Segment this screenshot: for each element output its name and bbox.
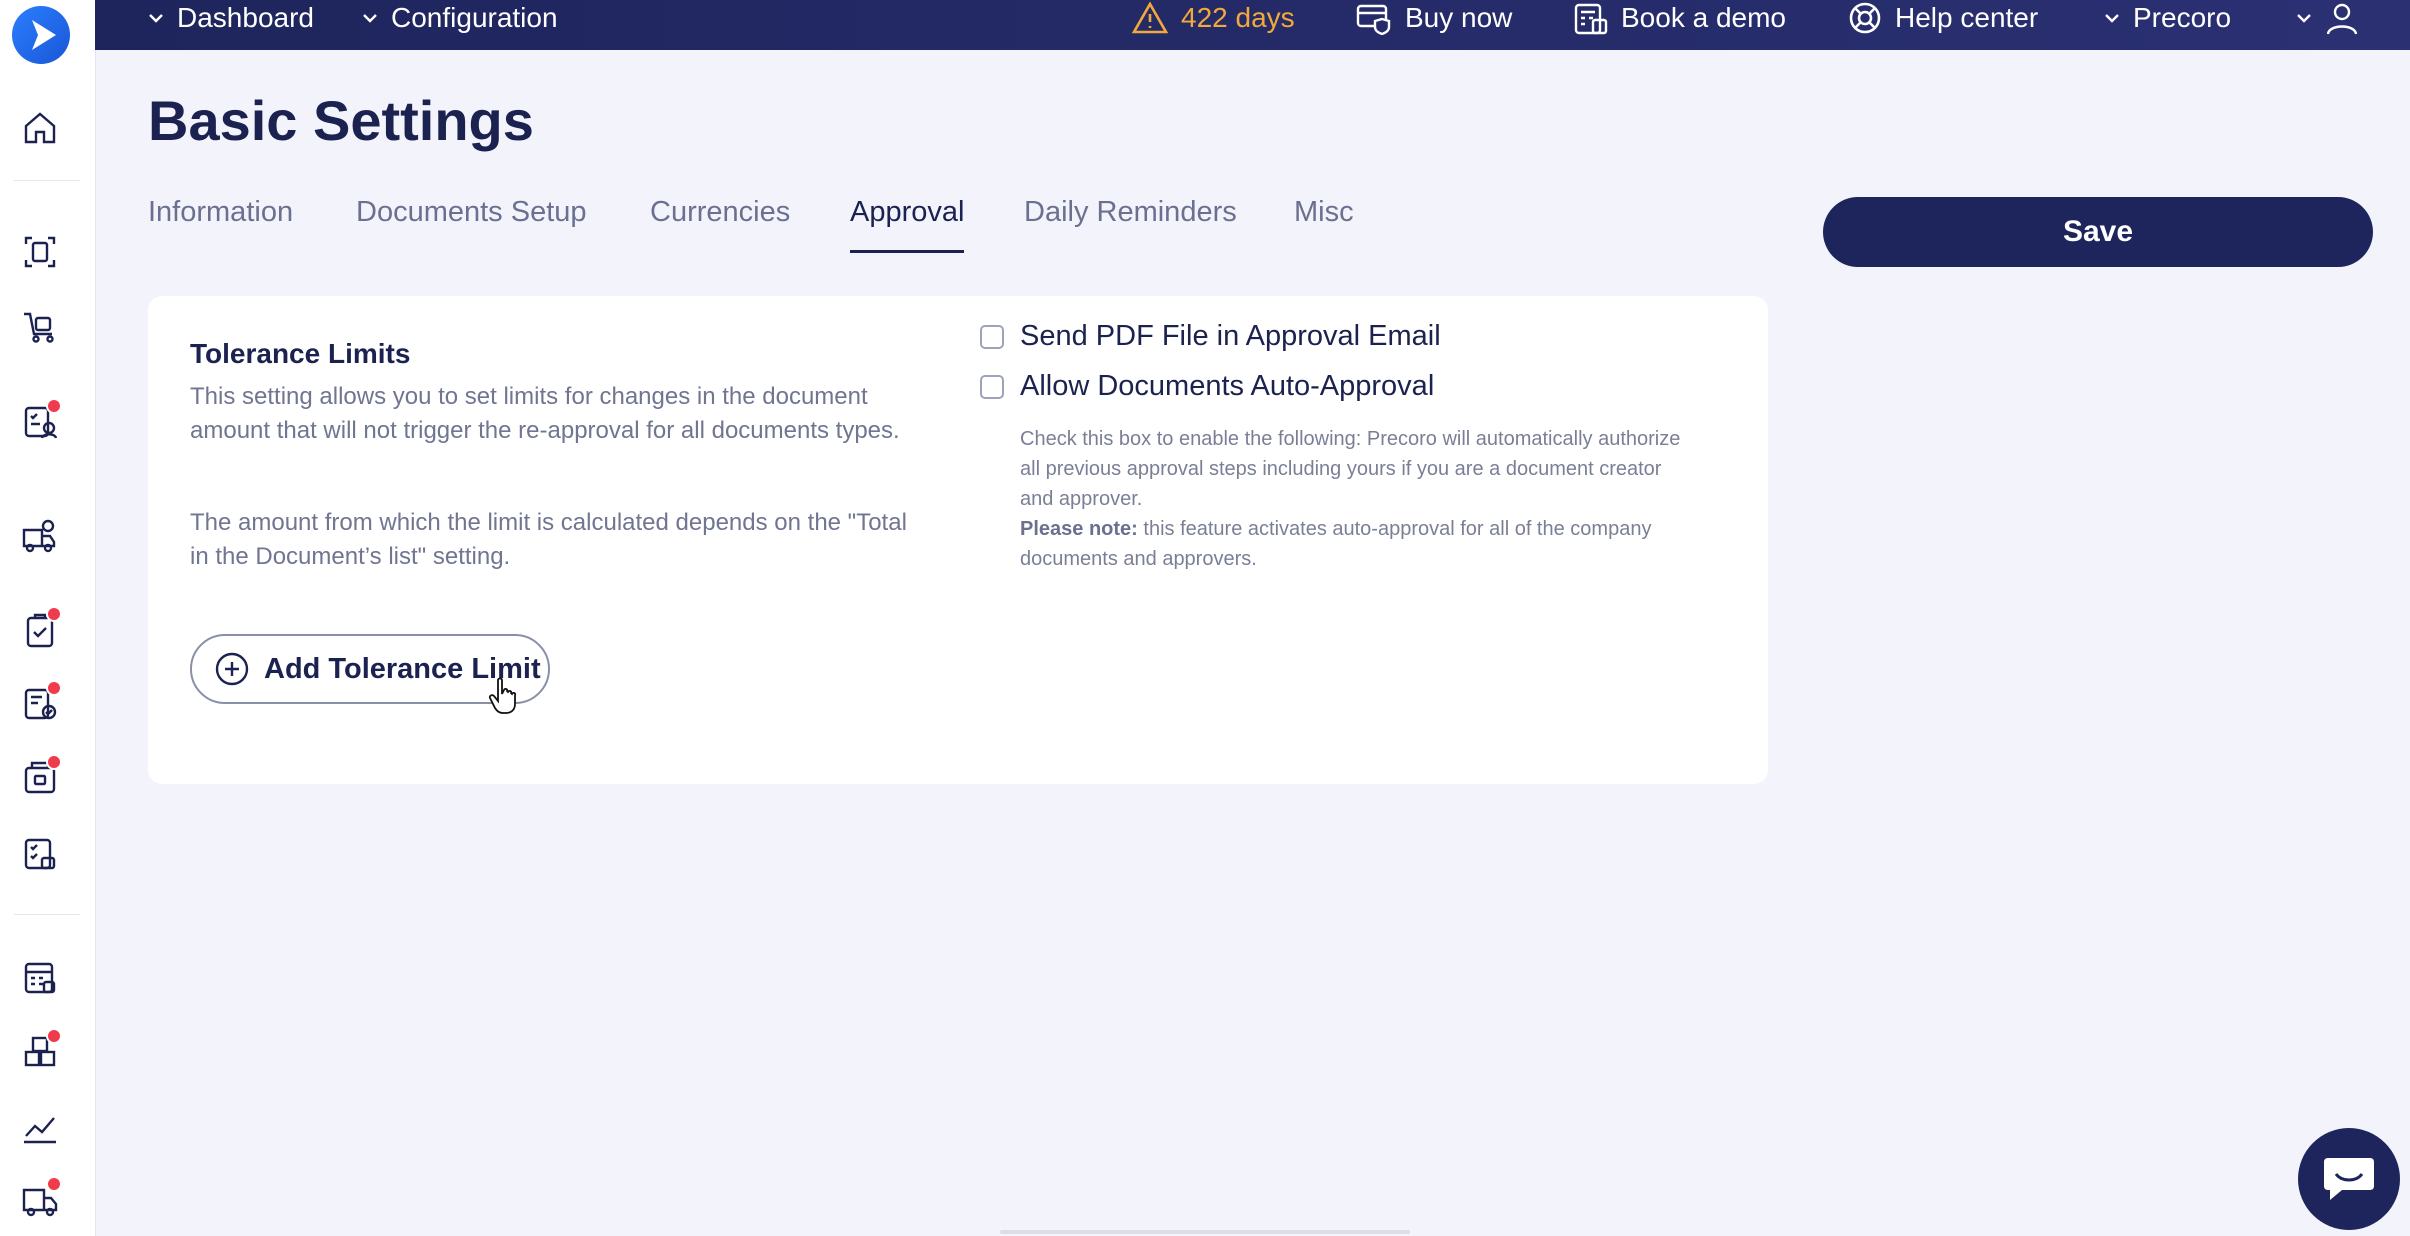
invoices-icon[interactable] — [20, 680, 62, 724]
tab-documents-setup[interactable]: Documents Setup — [356, 196, 587, 229]
inventory-icon[interactable] — [20, 1028, 62, 1072]
book-demo-link[interactable]: Book a demo — [1573, 0, 1786, 36]
save-button[interactable]: Save — [1823, 197, 2373, 267]
chevron-down-icon — [2105, 14, 2119, 23]
tolerance-limits-title: Tolerance Limits — [190, 338, 411, 369]
configuration-menu[interactable]: Configuration — [361, 0, 558, 36]
calculator-icon[interactable] — [20, 958, 60, 998]
tab-currencies[interactable]: Currencies — [650, 196, 790, 229]
auto-approval-checkbox[interactable] — [980, 374, 1004, 399]
notification-dot — [46, 754, 62, 770]
tolerance-limits-description: This setting allows you to set limits fo… — [190, 383, 900, 444]
dashboard-menu-label: Dashboard — [177, 2, 314, 33]
notification-dot — [46, 1028, 62, 1044]
chevron-down-icon — [363, 14, 377, 23]
sidebar-divider — [14, 180, 80, 181]
help-center-link[interactable]: Help center — [1847, 0, 2038, 36]
requests-icon[interactable] — [20, 398, 62, 442]
calendar-icon — [1574, 3, 1608, 35]
please-note-label: Please note: — [1020, 518, 1138, 540]
hand-pointer-icon — [488, 677, 517, 714]
home-icon[interactable] — [20, 108, 60, 148]
company-name: Precoro — [2133, 2, 2232, 33]
page-title: Basic Settings — [148, 89, 534, 152]
cart-icon[interactable] — [20, 306, 60, 346]
tab-misc[interactable]: Misc — [1294, 196, 1354, 229]
buy-now-label: Buy now — [1405, 2, 1513, 33]
trial-days-label: 422 days — [1181, 2, 1295, 33]
precoro-logo[interactable] — [12, 6, 70, 64]
tab-daily-reminders[interactable]: Daily Reminders — [1024, 196, 1237, 229]
approvals-icon[interactable] — [20, 606, 62, 650]
tab-approval[interactable]: Approval — [850, 196, 965, 253]
buy-now-link[interactable]: Buy now — [1355, 0, 1512, 36]
notification-dot — [46, 1176, 62, 1192]
suppliers-icon[interactable] — [20, 516, 60, 556]
lifebuoy-icon — [1849, 2, 1881, 34]
book-demo-label: Book a demo — [1621, 2, 1786, 33]
send-pdf-option[interactable]: Send PDF File in Approval Email — [980, 320, 1441, 353]
notification-dot — [46, 398, 62, 414]
send-pdf-checkbox[interactable] — [980, 324, 1004, 349]
auto-approval-help-text: Check this box to enable the following: … — [1020, 424, 1700, 574]
scroll-indicator — [1000, 1230, 1410, 1234]
notification-dot — [46, 680, 62, 696]
auto-approval-label: Allow Documents Auto-Approval — [1020, 370, 1435, 402]
budget-list-icon[interactable] — [20, 834, 60, 874]
sidebar — [0, 0, 96, 1236]
chevron-down-icon — [149, 14, 163, 23]
configuration-menu-label: Configuration — [391, 2, 558, 33]
help-center-label: Help center — [1895, 2, 2039, 33]
tab-information[interactable]: Information — [148, 196, 293, 229]
user-menu[interactable] — [2295, 0, 2359, 36]
user-icon — [2326, 3, 2358, 35]
plus-circle-icon — [215, 652, 249, 686]
trial-days-indicator[interactable]: 422 days — [1131, 0, 1295, 36]
approval-settings-card: Tolerance Limits This setting allows you… — [148, 296, 1768, 784]
top-navigation-bar: Dashboard Configuration 422 days Buy now… — [95, 0, 2410, 50]
chevron-down-icon — [2297, 14, 2311, 23]
auto-approval-description: Check this box to enable the following: … — [1020, 428, 1681, 510]
card-shield-icon — [1356, 4, 1391, 35]
receipts-icon[interactable] — [20, 754, 62, 798]
scan-document-icon[interactable] — [20, 232, 60, 272]
auto-approval-option[interactable]: Allow Documents Auto-Approval — [980, 370, 1434, 403]
notification-dot — [46, 606, 62, 622]
chat-icon — [2324, 1158, 2374, 1200]
analytics-icon[interactable] — [20, 1108, 60, 1148]
dashboard-menu[interactable]: Dashboard — [147, 0, 314, 36]
chat-support-button[interactable] — [2298, 1128, 2400, 1230]
delivery-icon[interactable] — [20, 1176, 62, 1220]
send-pdf-label: Send PDF File in Approval Email — [1020, 320, 1441, 352]
tolerance-limits-calculation-note: The amount from which the limit is calcu… — [190, 509, 907, 570]
sidebar-divider — [14, 914, 80, 915]
company-switcher[interactable]: Precoro — [2103, 0, 2231, 36]
warning-icon — [1131, 1, 1169, 34]
